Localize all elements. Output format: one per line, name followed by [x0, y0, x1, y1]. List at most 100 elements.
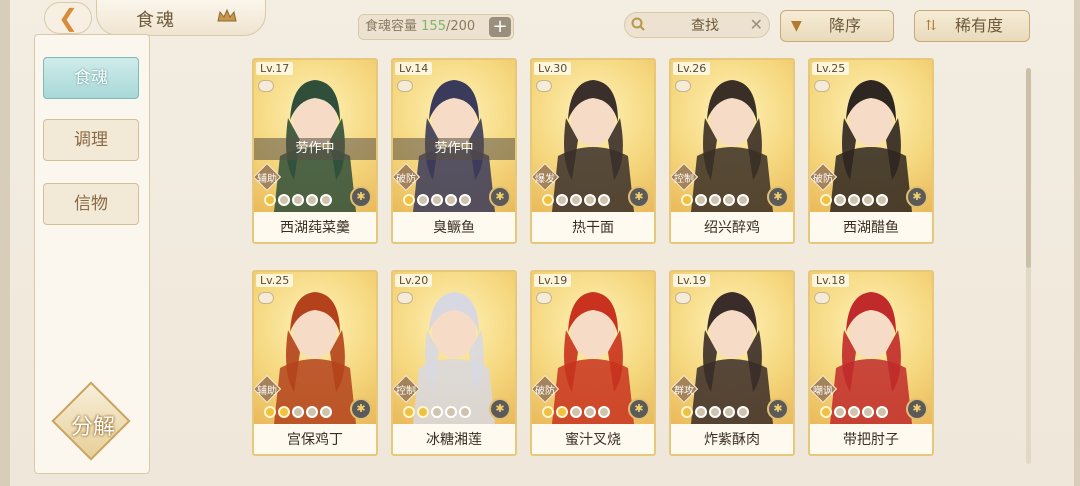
star-icon	[737, 406, 749, 418]
food-soul-card[interactable]: Lv.17 劳作中 辅助 ✱ 西湖莼菜羹	[252, 58, 378, 244]
star-icon	[445, 406, 457, 418]
card-name: 带把肘子	[810, 426, 932, 454]
back-button[interactable]: ❮	[44, 2, 92, 34]
star-icon	[584, 194, 596, 206]
sort-field-button[interactable]: ⇅ 稀有度	[914, 10, 1030, 42]
role-badge: 破防	[532, 374, 560, 404]
chat-bubble-icon[interactable]	[675, 292, 691, 304]
card-name: 西湖莼菜羹	[254, 214, 376, 242]
role-badge: 嘲讽	[810, 374, 838, 404]
tab-conditioning[interactable]: 调理	[43, 119, 139, 161]
sort-order-button[interactable]: ▼ 降序	[780, 10, 894, 42]
star-icon	[403, 406, 415, 418]
star-icon	[848, 194, 860, 206]
level-label: Lv.19	[534, 274, 572, 287]
star-icon	[320, 194, 332, 206]
star-icon	[681, 406, 693, 418]
food-soul-card[interactable]: Lv.25 辅助 ✱ 宫保鸡丁	[252, 270, 378, 456]
star-rating	[264, 406, 332, 420]
star-icon	[834, 194, 846, 206]
star-icon	[403, 194, 415, 206]
food-soul-card[interactable]: Lv.19 群攻 ✱ 炸紫酥肉	[669, 270, 795, 456]
food-soul-card[interactable]: Lv.26 控制 ✱ 绍兴醉鸡	[669, 58, 795, 244]
star-icon	[556, 406, 568, 418]
chat-bubble-icon[interactable]	[536, 80, 552, 92]
star-icon	[459, 406, 471, 418]
chat-bubble-icon[interactable]	[814, 80, 830, 92]
food-soul-card[interactable]: Lv.25 破防 ✱ 西湖醋鱼	[808, 58, 934, 244]
role-badge: 辅助	[254, 162, 282, 192]
star-icon	[264, 406, 276, 418]
capacity-max: /200	[445, 19, 476, 34]
star-rating	[820, 194, 888, 208]
chat-bubble-icon[interactable]	[258, 80, 274, 92]
food-soul-card[interactable]: Lv.14 劳作中 破防 ✱ 臭鳜鱼	[391, 58, 517, 244]
star-icon	[306, 194, 318, 206]
star-icon	[834, 406, 846, 418]
role-badge: 破防	[393, 162, 421, 192]
star-rating	[264, 194, 332, 208]
chat-bubble-icon[interactable]	[536, 292, 552, 304]
decompose-label: 分解	[70, 415, 115, 440]
star-icon	[709, 194, 721, 206]
card-name: 宫保鸡丁	[254, 426, 376, 454]
food-soul-card[interactable]: Lv.30 爆发 ✱ 热干面	[530, 58, 656, 244]
star-icon	[292, 194, 304, 206]
scrollbar-thumb[interactable]	[1026, 68, 1031, 268]
decompose-button[interactable]: 分解	[51, 381, 133, 463]
star-icon	[320, 406, 332, 418]
level-label: Lv.25	[256, 274, 294, 287]
tab-token[interactable]: 信物	[43, 183, 139, 225]
capacity-label: 食魂容量	[365, 19, 418, 34]
role-label: 破防	[396, 174, 416, 185]
role-label: 爆发	[535, 174, 555, 185]
title-tab	[96, 0, 266, 36]
tab-food-soul[interactable]: 食魂	[43, 57, 139, 99]
add-icon[interactable]: +	[489, 17, 511, 37]
role-badge: 辅助	[254, 374, 282, 404]
food-soul-card[interactable]: Lv.18 嘲讽 ✱ 带把肘子	[808, 270, 934, 456]
star-icon	[737, 194, 749, 206]
level-label: Lv.30	[534, 62, 572, 75]
chat-bubble-icon[interactable]	[814, 292, 830, 304]
sort-order-label: 降序	[829, 16, 862, 35]
chat-bubble-icon[interactable]	[397, 292, 413, 304]
role-label: 控制	[674, 174, 694, 185]
star-rating	[820, 406, 888, 420]
star-icon	[292, 406, 304, 418]
star-icon	[417, 406, 429, 418]
search-bar[interactable]: ✕	[624, 12, 770, 39]
chat-bubble-icon[interactable]	[397, 80, 413, 92]
chat-bubble-icon[interactable]	[675, 80, 691, 92]
card-name: 臭鳜鱼	[393, 214, 515, 242]
role-label: 破防	[535, 386, 555, 397]
food-soul-card[interactable]: Lv.20 控制 ✱ 冰糖湘莲	[391, 270, 517, 456]
star-icon	[417, 194, 429, 206]
star-rating	[681, 194, 749, 208]
star-icon	[876, 406, 888, 418]
star-icon	[862, 406, 874, 418]
star-icon	[459, 194, 471, 206]
role-badge: 爆发	[532, 162, 560, 192]
star-rating	[403, 406, 471, 420]
role-label: 群攻	[674, 386, 694, 397]
level-label: Lv.14	[395, 62, 433, 75]
star-icon	[570, 194, 582, 206]
star-icon	[848, 406, 860, 418]
search-icon	[631, 17, 645, 31]
crown-icon[interactable]	[217, 9, 237, 23]
food-soul-card[interactable]: Lv.19 破防 ✱ 蜜汁叉烧	[530, 270, 656, 456]
star-icon	[820, 406, 832, 418]
sort-field-icon: ⇅	[925, 18, 937, 34]
search-input[interactable]	[655, 13, 755, 39]
role-badge: 群攻	[671, 374, 699, 404]
working-status: 劳作中	[393, 138, 515, 160]
emblem-icon: ✱	[350, 398, 372, 420]
emblem-icon: ✱	[906, 186, 928, 208]
chat-bubble-icon[interactable]	[258, 292, 274, 304]
level-label: Lv.19	[673, 274, 711, 287]
scrollbar[interactable]	[1026, 68, 1031, 464]
level-label: Lv.26	[673, 62, 711, 75]
clear-icon[interactable]: ✕	[750, 14, 763, 36]
star-rating	[681, 406, 749, 420]
